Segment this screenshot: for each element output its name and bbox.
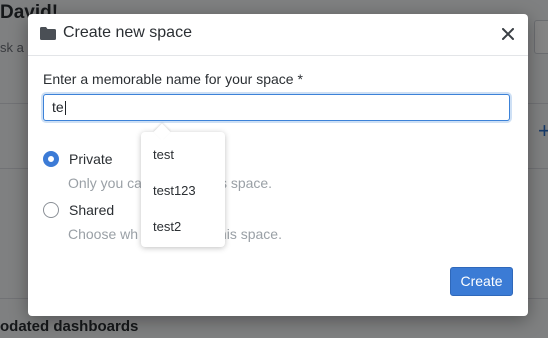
folder-icon: [40, 27, 56, 40]
private-radio-label[interactable]: Private: [69, 151, 113, 167]
dialog-title: Create new space: [63, 24, 192, 41]
create-space-dialog: Create new space Enter a memorable name …: [28, 14, 528, 316]
shared-help-start: Choose wh: [68, 226, 139, 242]
text-caret: [64, 101, 66, 116]
autocomplete-dropdown: test test123 test2: [141, 123, 225, 247]
required-marker: *: [297, 71, 303, 87]
private-radio[interactable]: [43, 151, 59, 167]
private-help-end: s space.: [219, 175, 273, 191]
shared-radio[interactable]: [43, 202, 59, 218]
space-name-label: Enter a memorable name for your space *: [43, 71, 303, 87]
close-icon: [502, 28, 514, 40]
dialog-header: Create new space: [28, 14, 528, 56]
create-button[interactable]: Create: [450, 267, 513, 296]
suggestion-item[interactable]: test2: [153, 219, 181, 234]
private-help-start: Only you ca: [68, 175, 142, 191]
shared-help-end: this space.: [215, 226, 282, 242]
space-name-value: te: [52, 99, 64, 115]
suggestion-item[interactable]: test: [153, 147, 174, 162]
close-button[interactable]: [498, 23, 518, 45]
space-name-label-text: Enter a memorable name for your space: [43, 71, 294, 87]
shared-radio-label[interactable]: Shared: [69, 202, 114, 218]
suggestion-item[interactable]: test123: [153, 183, 196, 198]
space-name-input[interactable]: te: [43, 94, 510, 121]
